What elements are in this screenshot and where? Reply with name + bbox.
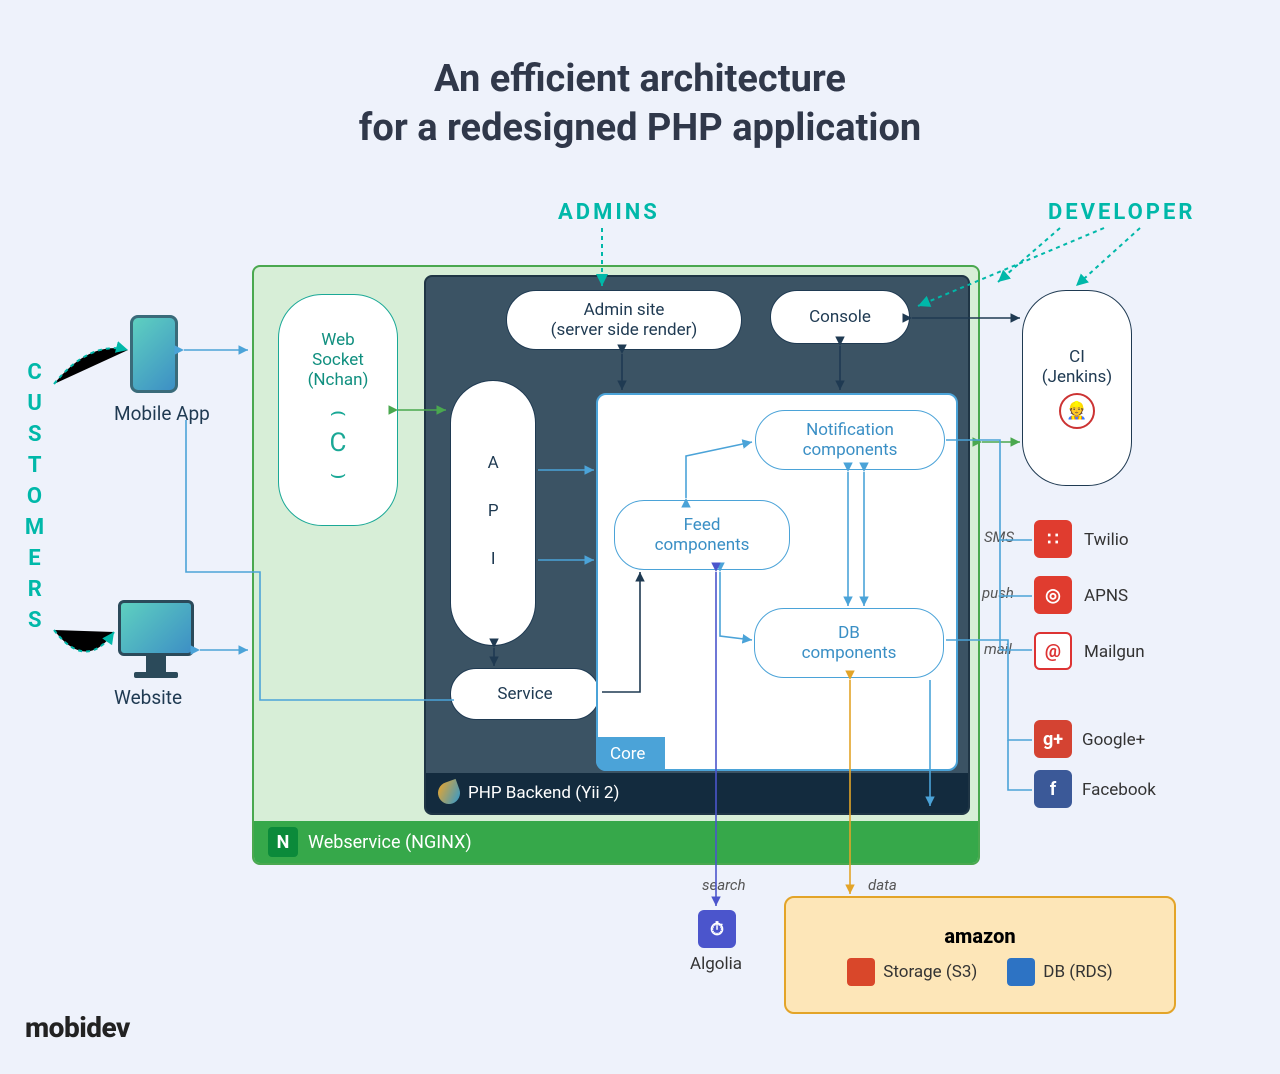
- apns-label: APNS: [1084, 586, 1128, 606]
- nchan-icon: ⌢C⌣: [329, 397, 346, 491]
- algolia-icon: ⏱: [698, 910, 736, 948]
- aws-s3: Storage (S3): [847, 958, 977, 986]
- role-customers: CUSTOMERS: [22, 360, 47, 639]
- nginx-icon: N: [268, 827, 298, 857]
- notification-components-box: Notification components: [755, 410, 945, 470]
- yii-icon: [435, 779, 463, 807]
- php-backend-band: PHP Backend (Yii 2): [426, 773, 968, 813]
- desktop-stand: [146, 656, 166, 672]
- rds-icon: [1007, 958, 1035, 986]
- aws-rds: DB (RDS): [1007, 958, 1112, 986]
- webservice-band: N Webservice (NGINX): [254, 821, 978, 863]
- role-developer: DEVELOPER: [1048, 200, 1195, 225]
- api-box: A P I: [450, 380, 536, 646]
- algolia-label: Algolia: [690, 954, 742, 974]
- data-label: data: [868, 876, 897, 894]
- google-plus-icon: g+: [1034, 720, 1072, 758]
- feed-components-box: Feed components: [614, 500, 790, 570]
- search-label: search: [702, 876, 746, 894]
- websocket-box: Web Socket (Nchan) ⌢C⌣: [278, 294, 398, 526]
- jenkins-icon: 👷: [1059, 393, 1095, 429]
- console-box: Console: [770, 290, 910, 344]
- sms-label: SMS: [984, 528, 1014, 546]
- aws-box: amazon Storage (S3) DB (RDS): [784, 896, 1176, 1014]
- mailgun-icon: @: [1034, 632, 1072, 670]
- service-box: Service: [450, 668, 600, 720]
- mailgun-label: Mailgun: [1084, 642, 1145, 662]
- desktop-base: [134, 672, 178, 678]
- facebook-label: Facebook: [1082, 780, 1156, 800]
- mobile-icon: [130, 315, 178, 393]
- client-website-label: Website: [114, 686, 182, 709]
- role-admins: ADMINS: [558, 200, 660, 225]
- core-band: Core: [596, 737, 665, 771]
- apns-icon: ◎: [1034, 576, 1072, 614]
- webservice-label: Webservice (NGINX): [308, 832, 472, 853]
- google-plus-label: Google+: [1082, 730, 1145, 750]
- diagram-title: An efficient architecture for a redesign…: [0, 55, 1280, 154]
- amazon-brand: amazon: [944, 924, 1015, 948]
- mail-label: mail: [984, 640, 1012, 658]
- twilio-icon: ∷: [1034, 520, 1072, 558]
- desktop-icon: [118, 600, 194, 656]
- admin-site-box: Admin site (server side render): [506, 290, 742, 350]
- s3-icon: [847, 958, 875, 986]
- twilio-label: Twilio: [1084, 530, 1129, 550]
- db-components-box: DB components: [754, 608, 944, 678]
- push-label: push: [982, 584, 1014, 602]
- ci-jenkins-box: CI (Jenkins) 👷: [1022, 290, 1132, 486]
- php-backend-label: PHP Backend (Yii 2): [468, 783, 619, 803]
- mobidev-logo: mobidev: [25, 1011, 130, 1044]
- client-mobile-label: Mobile App: [114, 402, 210, 425]
- facebook-icon: f: [1034, 770, 1072, 808]
